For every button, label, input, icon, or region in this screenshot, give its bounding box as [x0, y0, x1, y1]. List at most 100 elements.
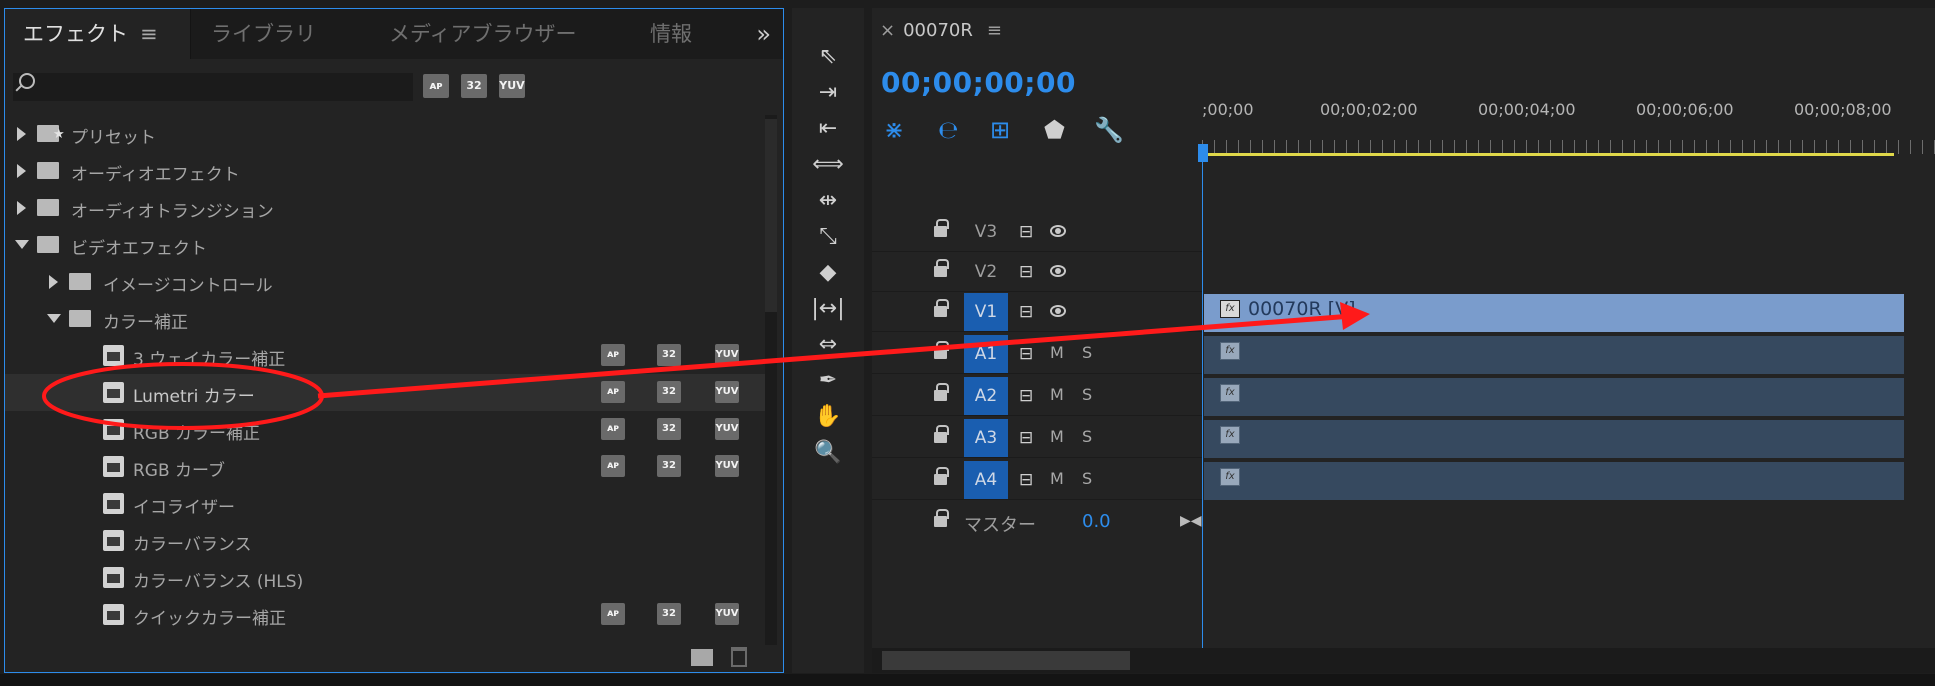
zoom-tool-icon[interactable]: 🔍	[806, 438, 850, 468]
lock-icon[interactable]	[934, 425, 949, 443]
tree-item-rgb-color-corrector[interactable]: RGB カラー補正 ᴀᴘ 32 YUV	[5, 411, 771, 448]
selection-tool-icon[interactable]: ⇖	[806, 42, 850, 72]
snap-icon[interactable]: ℮	[938, 116, 959, 144]
tab-libraries[interactable]: ライブラリ	[211, 9, 316, 59]
tree-item-video-effects[interactable]: ビデオエフェクト	[5, 226, 771, 263]
work-area-bar[interactable]	[1204, 153, 1894, 156]
slip-tool-icon[interactable]: |↔|	[806, 294, 850, 324]
32bit-effects-filter-icon[interactable]: 32	[461, 74, 487, 98]
track-name[interactable]: A1	[964, 335, 1008, 373]
eye-icon[interactable]	[1050, 225, 1066, 237]
mute-button[interactable]: M	[1050, 385, 1064, 404]
ripple-edit-tool-icon[interactable]: ⟺	[806, 150, 850, 180]
timeline-scrollbar[interactable]	[872, 648, 1935, 673]
track-name[interactable]: V3	[964, 213, 1008, 251]
audio-clip[interactable]: fx	[1204, 420, 1904, 458]
expand-triangle-icon[interactable]	[17, 127, 26, 141]
sync-lock-icon[interactable]: ⊟	[1019, 386, 1033, 406]
tab-media-browser[interactable]: メディアブラウザー	[389, 9, 577, 59]
solo-button[interactable]: S	[1082, 469, 1092, 488]
lock-icon[interactable]	[934, 509, 949, 527]
solo-button[interactable]: S	[1082, 385, 1092, 404]
timeline-scrollbar-thumb[interactable]	[882, 651, 1130, 670]
tree-item-lumetri-color[interactable]: Lumetri カラー ᴀᴘ 32 YUV	[5, 374, 771, 411]
add-marker-icon[interactable]: ⬟	[1044, 116, 1065, 144]
hand-tool-icon[interactable]: ✋	[806, 402, 850, 432]
rolling-edit-tool-icon[interactable]: ⇹	[806, 186, 850, 216]
collapse-triangle-icon[interactable]	[47, 314, 61, 323]
audio-clip[interactable]: fx	[1204, 336, 1904, 374]
panel-menu-icon[interactable]: ≡	[987, 20, 1002, 41]
track-name[interactable]: A2	[964, 377, 1008, 415]
audio-clip[interactable]: fx	[1204, 378, 1904, 416]
tab-effects[interactable]: エフェクト ≡	[5, 9, 191, 59]
expand-triangle-icon[interactable]	[17, 201, 26, 215]
solo-button[interactable]: S	[1082, 343, 1092, 362]
eye-icon[interactable]	[1050, 265, 1066, 277]
audio-clip[interactable]: fx	[1204, 462, 1904, 500]
track-select-backward-tool-icon[interactable]: ⇤	[806, 114, 850, 144]
slide-tool-icon[interactable]: ⇔	[806, 330, 850, 360]
accelerated-effects-filter-icon[interactable]: ᴀᴘ	[423, 74, 449, 98]
linked-selection-icon[interactable]: ⊞	[990, 116, 1010, 144]
lock-icon[interactable]	[934, 219, 949, 237]
expand-triangle-icon[interactable]	[49, 275, 58, 289]
effects-scrollbar[interactable]	[765, 115, 777, 645]
eye-icon[interactable]	[1050, 305, 1066, 317]
master-volume-value[interactable]: 0.0	[1082, 511, 1111, 532]
tree-item-fast-color-corrector[interactable]: クイックカラー補正 ᴀᴘ 32 YUV	[5, 596, 771, 633]
timeline-settings-wrench-icon[interactable]: 🔧	[1094, 116, 1124, 144]
track-name[interactable]: V1	[964, 293, 1008, 331]
tree-item-image-control[interactable]: イメージコントロール	[5, 263, 771, 300]
playhead-handle[interactable]	[1198, 144, 1208, 162]
video-clip[interactable]: fx 00070R [V]	[1204, 294, 1904, 332]
expand-triangle-icon[interactable]	[17, 164, 26, 178]
tab-overflow-icon[interactable]: »	[756, 9, 771, 59]
track-name[interactable]: A3	[964, 419, 1008, 457]
lock-icon[interactable]	[934, 259, 949, 277]
lock-icon[interactable]	[934, 299, 949, 317]
tree-item-color-balance-hls[interactable]: カラーバランス (HLS)	[5, 559, 771, 596]
yuv-effects-filter-icon[interactable]: YUV	[499, 74, 525, 98]
mute-button[interactable]: M	[1050, 343, 1064, 362]
tree-item-audio-effects[interactable]: オーディオエフェクト	[5, 152, 771, 189]
go-to-end-icon[interactable]: ▶◀	[1180, 513, 1202, 529]
effects-search-input[interactable]	[13, 73, 413, 101]
tree-item-audio-transitions[interactable]: オーディオトランジション	[5, 189, 771, 226]
tab-info[interactable]: 情報	[650, 9, 692, 59]
tree-item-presets[interactable]: ★ プリセット	[5, 115, 771, 152]
sync-lock-icon[interactable]: ⊟	[1019, 262, 1033, 282]
lock-icon[interactable]	[934, 383, 949, 401]
lock-icon[interactable]	[934, 341, 949, 359]
solo-button[interactable]: S	[1082, 427, 1092, 446]
mute-button[interactable]: M	[1050, 469, 1064, 488]
playhead-timecode[interactable]: 00;00;00;00	[881, 66, 1076, 99]
pen-tool-icon[interactable]: ✒	[806, 366, 850, 396]
sync-lock-icon[interactable]: ⊟	[1019, 428, 1033, 448]
tree-item-color-balance[interactable]: カラーバランス	[5, 522, 771, 559]
sync-lock-icon[interactable]: ⊟	[1019, 470, 1033, 490]
collapse-triangle-icon[interactable]	[15, 240, 29, 249]
sync-lock-icon[interactable]: ⊟	[1019, 222, 1033, 242]
effects-scrollbar-thumb[interactable]	[765, 119, 777, 312]
sequence-tab[interactable]: × 00070R ≡	[880, 20, 1002, 41]
razor-tool-icon[interactable]: ◆	[806, 258, 850, 288]
sync-lock-icon[interactable]: ⊟	[1019, 344, 1033, 364]
time-ruler[interactable]: ;00;00 00;00;02;00 00;00;04;00 00;00;06;…	[1198, 58, 1935, 162]
sync-lock-icon[interactable]: ⊟	[1019, 302, 1033, 322]
lock-icon[interactable]	[934, 467, 949, 485]
track-select-forward-tool-icon[interactable]: ⇥	[806, 78, 850, 108]
mute-button[interactable]: M	[1050, 427, 1064, 446]
tree-item-equalize[interactable]: イコライザー	[5, 485, 771, 522]
track-name[interactable]: A4	[964, 461, 1008, 499]
new-bin-icon[interactable]	[691, 649, 713, 666]
insert-nest-toggle-icon[interactable]: ⋇	[884, 116, 904, 144]
rate-stretch-tool-icon[interactable]: ⤡	[806, 222, 850, 252]
tree-item-three-way-color-corrector[interactable]: 3 ウェイカラー補正 ᴀᴘ 32 YUV	[5, 337, 771, 374]
panel-menu-icon[interactable]: ≡	[140, 22, 158, 46]
tree-item-rgb-curves[interactable]: RGB カーブ ᴀᴘ 32 YUV	[5, 448, 771, 485]
track-name[interactable]: V2	[964, 253, 1008, 291]
close-tab-icon[interactable]: ×	[880, 20, 895, 41]
trash-icon[interactable]	[731, 647, 747, 667]
tree-item-color-correction[interactable]: カラー補正	[5, 300, 771, 337]
